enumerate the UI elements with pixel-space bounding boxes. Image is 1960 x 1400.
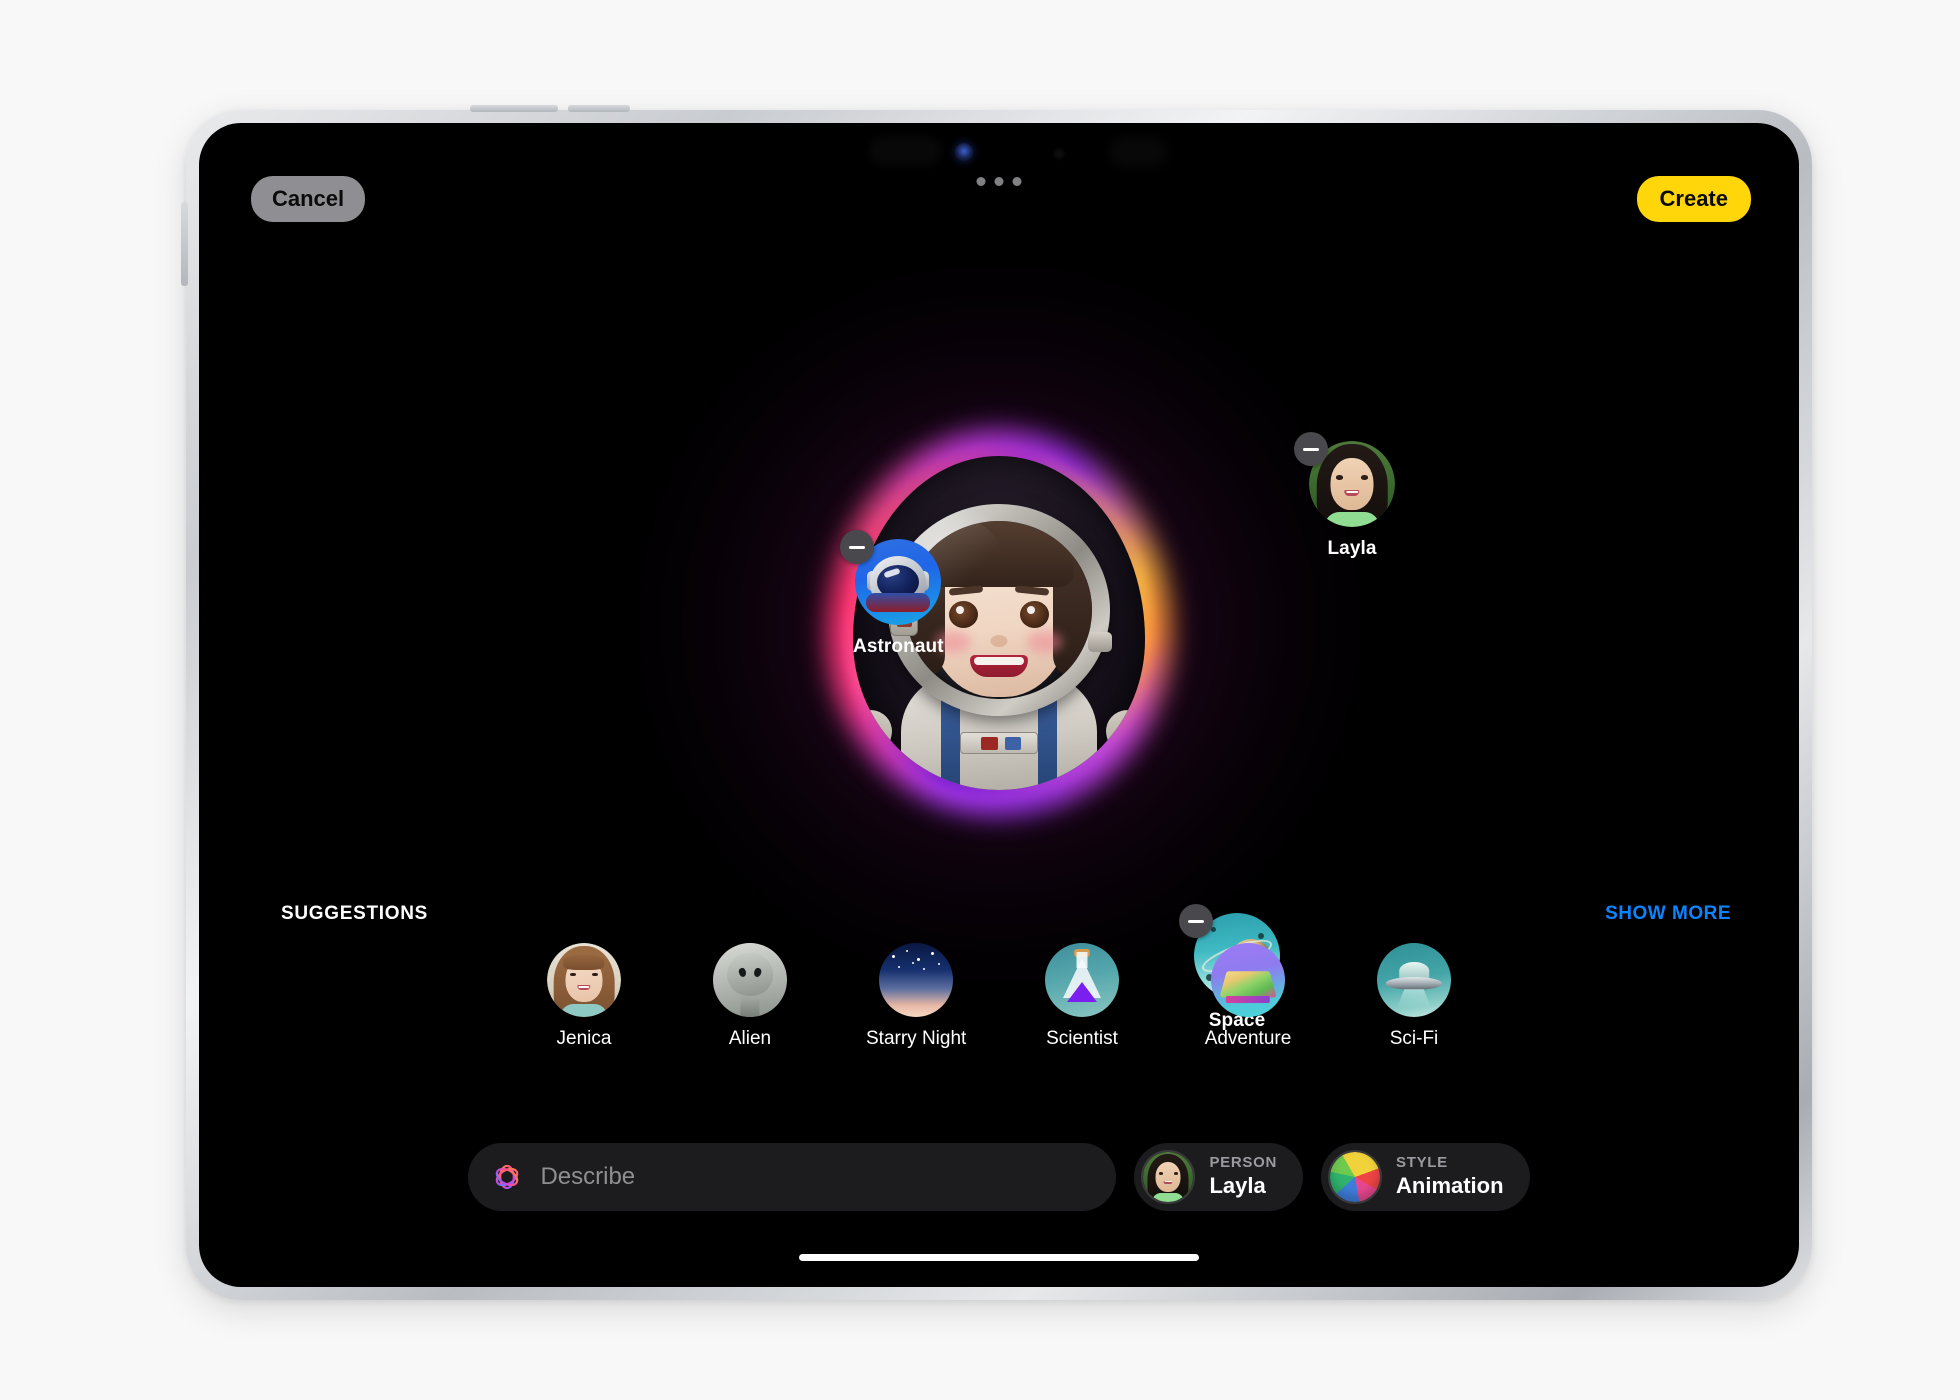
person-chip[interactable]: PERSON Layla [1134,1143,1303,1211]
screenshot-stage: Cancel Create Astronaut Layla Space SUGG… [0,0,1960,1400]
compose-bar: PERSON Layla STYLE Animation [199,1143,1799,1211]
alien-eye-left [738,967,748,979]
mouth [1344,490,1360,497]
suggestion-item-scientist[interactable]: Scientist [1032,943,1132,1050]
volume-up-button[interactable] [470,105,558,112]
eye-left [569,972,576,977]
shirt [1324,511,1380,527]
ipad-device: Cancel Create Astronaut Layla Space SUGG… [181,105,1812,1300]
suggestion-label: Starry Night [866,1028,967,1049]
ufo-icon [1377,943,1451,1017]
person-photo-layla [1141,1150,1196,1204]
map-surface [1219,970,1277,998]
eye-right [1361,475,1369,480]
star [905,949,908,952]
eye-right [1020,600,1049,628]
suit-control-panel [960,732,1038,754]
suggestion-label: Jenica [556,1028,612,1049]
mouth [1163,1180,1173,1184]
photo-background [547,943,621,1017]
composition-canvas: Astronaut Layla Space [199,123,1799,1287]
remove-space-button[interactable] [1179,904,1213,938]
beach-ball-art [1330,1152,1380,1202]
suggestion-item-adventure[interactable]: Adventure [1198,943,1298,1050]
helmet-collar [866,593,931,612]
cheek-right [1027,630,1063,653]
star [917,957,921,961]
beach-ball-icon [1328,1150,1382,1204]
star [930,951,934,955]
remove-layla-button[interactable] [1294,432,1328,466]
star [911,962,914,965]
flask-icon [1045,943,1119,1017]
concept-bubble [840,530,942,625]
eye-left [1335,475,1343,480]
concept-label: Layla [1327,538,1377,559]
style-chip-text: STYLE Animation [1396,1154,1504,1199]
style-chip-value: Animation [1396,1173,1504,1199]
alien-head-icon [713,943,787,1017]
person-chip-text: PERSON Layla [1209,1154,1277,1199]
suggestion-item-jenica[interactable]: Jenica [534,943,634,1050]
suggestion-label: Scientist [1046,1028,1118,1049]
ufo-body [1385,977,1443,990]
person-chip-value: Layla [1209,1173,1266,1199]
photo-background [1143,1152,1194,1202]
suggestion-item-alien[interactable]: Alien [700,943,800,1050]
mouth [970,654,1028,677]
power-button[interactable] [181,202,188,286]
star [892,954,896,958]
suggestions-header: SUGGESTIONS SHOW MORE [199,903,1799,925]
shirt [560,1003,608,1017]
concept-chip-layla[interactable]: Layla [1294,432,1395,560]
star [898,965,901,968]
ipad-screen: Cancel Create Astronaut Layla Space SUGG… [199,123,1799,1287]
eye-left [1158,1172,1163,1175]
map-edge [1225,996,1271,1003]
shirt [1152,1193,1185,1202]
star [923,968,926,971]
style-chip-kicker: STYLE [1396,1154,1448,1172]
suggestion-item-starry-night[interactable]: Starry Night [866,943,966,1050]
concept-chip-astronaut[interactable]: Astronaut [840,530,944,658]
suggestion-label: Alien [728,1028,772,1049]
helmet-side-clip [1088,632,1112,652]
ufo-beam [1396,988,1432,1009]
suggestion-label: Adventure [1204,1028,1292,1049]
apple-intelligence-icon [496,1164,519,1190]
folded-map-icon [1211,943,1285,1017]
bangs [563,954,605,970]
flask-liquid [1067,982,1097,1003]
alien-head [727,953,773,997]
concept-bubble [1294,432,1395,527]
person-photo-jenica [547,943,621,1017]
style-chip[interactable]: STYLE Animation [1321,1143,1530,1211]
suggestions-row: Jenica Alien Starry Night Scientist Adve… [199,943,1799,1050]
face [1330,458,1374,510]
volume-down-button[interactable] [568,105,630,112]
suggestions-title: SUGGESTIONS [281,903,429,924]
person-chip-kicker: PERSON [1209,1154,1277,1172]
show-more-button[interactable]: SHOW MORE [1605,903,1731,925]
starry-night-icon [879,943,953,1017]
concept-label: Astronaut [853,636,944,657]
suggestions-section: SUGGESTIONS SHOW MORE Jenica Alien Starr… [199,903,1799,1050]
alien-eye-right [752,967,762,979]
suggestion-item-sci-fi[interactable]: Sci-Fi [1364,943,1464,1050]
eye-right [1173,1172,1178,1175]
describe-input[interactable] [540,1163,1095,1191]
star [938,962,941,965]
suggestion-label: Sci-Fi [1389,1028,1439,1049]
nose [990,634,1008,647]
describe-field[interactable] [468,1143,1117,1211]
face [1155,1162,1181,1192]
home-indicator[interactable] [799,1254,1199,1261]
